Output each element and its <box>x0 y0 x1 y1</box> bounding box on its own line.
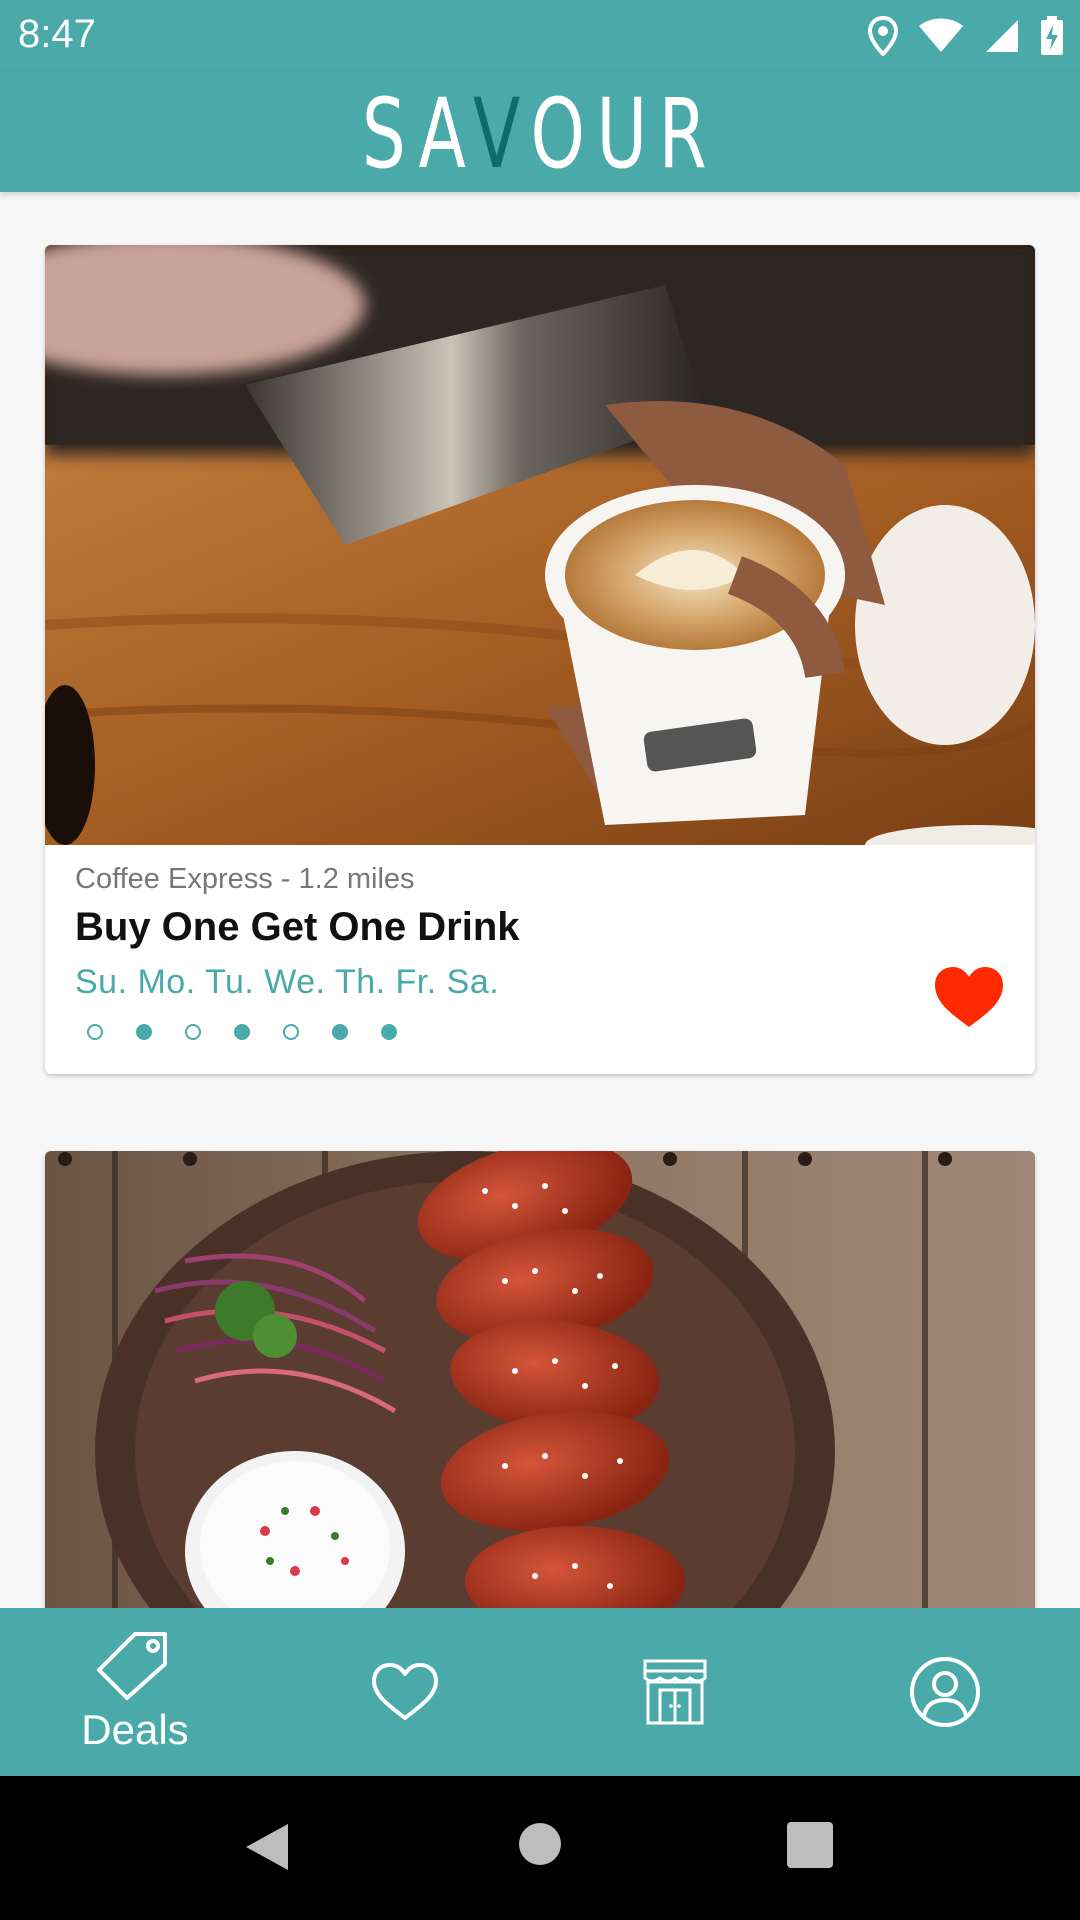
deal-title: Buy One Get One Drink <box>75 905 520 949</box>
wifi-icon <box>919 18 963 52</box>
deals-feed[interactable]: Coffee Express - 1.2 miles Buy One Get O… <box>0 192 1080 1608</box>
status-bar: 8:47 <box>0 0 1080 72</box>
day-dot-we <box>234 1024 250 1040</box>
system-nav-bar <box>0 1776 1080 1920</box>
deal-card[interactable] <box>45 1151 1035 1608</box>
favorite-heart-shape <box>935 967 1003 1027</box>
store-distance: Coffee Express - 1.2 miles <box>75 863 415 895</box>
nav-item-stores[interactable] <box>540 1608 810 1776</box>
app-header: SAVOUR <box>0 72 1080 192</box>
active-days-indicator <box>87 1024 397 1040</box>
nav-item-favorites[interactable] <box>270 1608 540 1776</box>
deal-image-coffee <box>45 245 1035 845</box>
heart-outline-icon <box>372 1663 438 1720</box>
brand-logo: SAVOUR <box>361 78 719 190</box>
nav-item-deals[interactable]: Deals <box>0 1608 270 1776</box>
deal-days: Su. Mo. Tu. We. Th. Fr. Sa. <box>75 963 500 1001</box>
day-dot-th <box>283 1024 299 1040</box>
status-icons <box>868 14 1064 58</box>
signal-icon <box>986 20 1018 52</box>
deal-card[interactable]: Coffee Express - 1.2 miles Buy One Get O… <box>45 245 1035 1074</box>
recents-icon[interactable] <box>787 1822 833 1868</box>
back-icon[interactable] <box>244 1822 290 1872</box>
nav-item-profile[interactable] <box>810 1608 1080 1776</box>
battery-charging-icon <box>1041 16 1063 55</box>
favorite-heart-icon[interactable] <box>933 965 1005 1029</box>
nav-label-deals: Deals <box>81 1706 189 1753</box>
deal-image-wings <box>45 1151 1035 1608</box>
location-icon <box>868 16 898 56</box>
day-dot-fr <box>332 1024 348 1040</box>
bottom-nav: Deals <box>0 1608 1080 1776</box>
profile-icon <box>910 1657 980 1727</box>
day-dot-tu <box>185 1024 201 1040</box>
home-icon[interactable] <box>518 1822 562 1866</box>
tag-icon <box>97 1632 167 1700</box>
day-dot-su <box>87 1024 103 1040</box>
status-time: 8:47 <box>18 12 96 56</box>
day-dot-sa <box>381 1024 397 1040</box>
storefront-icon <box>643 1659 707 1725</box>
day-dot-mo <box>136 1024 152 1040</box>
